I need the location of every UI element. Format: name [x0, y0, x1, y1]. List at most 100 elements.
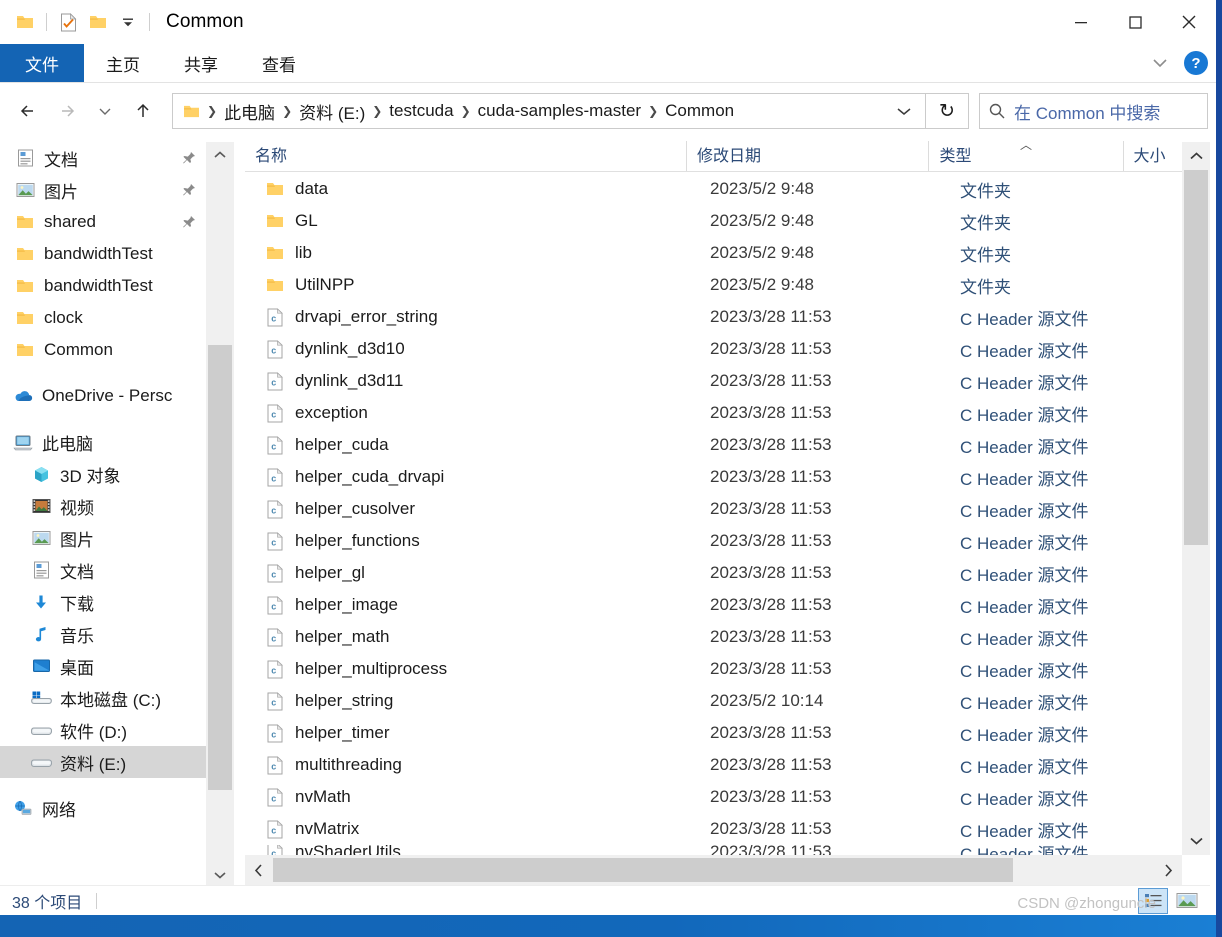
sidebar-item-desktop[interactable]: 桌面: [0, 650, 206, 682]
tab-share[interactable]: 共享: [162, 44, 240, 82]
file-name-cell[interactable]: c helper_math: [245, 626, 700, 648]
tab-home[interactable]: 主页: [84, 44, 162, 82]
horizontal-scrollbar-track[interactable]: [273, 855, 1154, 885]
horizontal-scrollbar-thumb[interactable]: [273, 858, 1013, 882]
file-name-cell[interactable]: c helper_multiprocess: [245, 658, 700, 680]
sidebar-item-videos[interactable]: 视频: [0, 490, 206, 522]
table-row[interactable]: c helper_math 2023/3/28 11:53 C Header 源…: [245, 621, 1182, 653]
navigation-pane[interactable]: 文档 图片 shared bandwidthTest bandwidthTest…: [0, 142, 206, 888]
recent-locations-chevron-down-icon[interactable]: [88, 94, 122, 128]
chevron-down-icon[interactable]: [1144, 52, 1176, 74]
breadcrumb-item-this-pc[interactable]: 此电脑: [220, 99, 279, 124]
scroll-down-icon[interactable]: [1182, 827, 1210, 855]
folder-icon[interactable]: [10, 7, 40, 37]
customize-dropdown-icon[interactable]: [113, 7, 143, 37]
table-row[interactable]: c nvMath 2023/3/28 11:53 C Header 源文件: [245, 781, 1182, 813]
file-name-cell[interactable]: c helper_gl: [245, 562, 700, 584]
pin-icon[interactable]: [182, 151, 196, 165]
breadcrumb-item-testcuda[interactable]: testcuda: [385, 101, 457, 121]
scroll-left-icon[interactable]: [245, 855, 273, 885]
sidebar-scroll-up-icon[interactable]: [206, 142, 234, 168]
table-row[interactable]: c helper_cusolver 2023/3/28 11:53 C Head…: [245, 493, 1182, 525]
table-row[interactable]: c dynlink_d3d10 2023/3/28 11:53 C Header…: [245, 333, 1182, 365]
file-name-cell[interactable]: GL: [245, 210, 700, 232]
breadcrumb-separator-3[interactable]: ❯: [458, 104, 474, 118]
file-name-cell[interactable]: c nvMath: [245, 786, 700, 808]
breadcrumb-folder-icon[interactable]: [183, 104, 200, 119]
table-row[interactable]: c helper_timer 2023/3/28 11:53 C Header …: [245, 717, 1182, 749]
close-icon[interactable]: [1162, 0, 1216, 44]
file-name-cell[interactable]: c nvMatrix: [245, 818, 700, 840]
sidebar-item-common[interactable]: Common: [0, 334, 206, 366]
file-name-cell[interactable]: c helper_cusolver: [245, 498, 700, 520]
sidebar-item-documents[interactable]: 文档: [0, 554, 206, 586]
table-row[interactable]: c helper_image 2023/3/28 11:53 C Header …: [245, 589, 1182, 621]
breadcrumb-chevron-down-icon[interactable]: [891, 104, 917, 118]
arrow-up-icon[interactable]: [126, 94, 160, 128]
tab-file[interactable]: 文件: [0, 44, 84, 82]
table-row[interactable]: c nvShaderUtils 2023/3/28 11:53 C Header…: [245, 845, 1182, 855]
table-row[interactable]: c drvapi_error_string 2023/3/28 11:53 C …: [245, 301, 1182, 333]
sidebar-scrollbar[interactable]: [206, 142, 234, 888]
sidebar-item-clock[interactable]: clock: [0, 302, 206, 334]
sidebar-item-this-pc[interactable]: 此电脑: [0, 426, 206, 458]
table-row[interactable]: c helper_gl 2023/3/28 11:53 C Header 源文件: [245, 557, 1182, 589]
vertical-scrollbar-thumb[interactable]: [1184, 170, 1208, 545]
scroll-right-icon[interactable]: [1154, 855, 1182, 885]
sidebar-item-shared[interactable]: shared: [0, 206, 206, 238]
breadcrumb-separator-1[interactable]: ❯: [279, 104, 295, 118]
arrow-right-icon[interactable]: [50, 94, 84, 128]
refresh-button[interactable]: ↻: [925, 93, 969, 129]
file-name-cell[interactable]: c exception: [245, 402, 700, 424]
table-row[interactable]: data 2023/5/2 9:48 文件夹: [245, 173, 1182, 205]
table-row[interactable]: c multithreading 2023/3/28 11:53 C Heade…: [245, 749, 1182, 781]
file-name-cell[interactable]: c helper_cuda: [245, 434, 700, 456]
file-name-cell[interactable]: UtilNPP: [245, 274, 700, 296]
breadcrumb-bar[interactable]: ❯ 此电脑 ❯ 资料 (E:) ❯ testcuda ❯ cuda-sample…: [172, 93, 926, 129]
sidebar-item-documents-quick[interactable]: 文档: [0, 142, 206, 174]
sidebar-item-bandwidthtest-2[interactable]: bandwidthTest: [0, 270, 206, 302]
scroll-up-icon[interactable]: [1182, 142, 1210, 170]
file-name-cell[interactable]: c helper_image: [245, 594, 700, 616]
table-row[interactable]: c helper_cuda 2023/3/28 11:53 C Header 源…: [245, 429, 1182, 461]
breadcrumb-item-cuda-samples-master[interactable]: cuda-samples-master: [474, 101, 645, 121]
tab-view[interactable]: 查看: [240, 44, 318, 82]
file-name-cell[interactable]: c helper_functions: [245, 530, 700, 552]
table-row[interactable]: c helper_multiprocess 2023/3/28 11:53 C …: [245, 653, 1182, 685]
help-icon[interactable]: ?: [1184, 51, 1208, 75]
sidebar-item-pictures[interactable]: 图片: [0, 522, 206, 554]
sidebar-item-bandwidthtest-1[interactable]: bandwidthTest: [0, 238, 206, 270]
file-name-cell[interactable]: c helper_string: [245, 690, 700, 712]
breadcrumb-item-common[interactable]: Common: [661, 101, 738, 121]
sidebar-item-pictures-quick[interactable]: 图片: [0, 174, 206, 206]
details-view-icon[interactable]: [1138, 887, 1168, 914]
file-name-cell[interactable]: c nvShaderUtils: [245, 845, 700, 855]
sidebar-item-local-disk-c[interactable]: 本地磁盘 (C:): [0, 682, 206, 714]
table-row[interactable]: lib 2023/5/2 9:48 文件夹: [245, 237, 1182, 269]
breadcrumb-separator-4[interactable]: ❯: [645, 104, 661, 118]
sidebar-scrollbar-thumb[interactable]: [208, 345, 232, 790]
maximize-icon[interactable]: [1108, 0, 1162, 44]
file-list-vertical-scrollbar[interactable]: [1182, 142, 1210, 855]
breadcrumb-separator-2[interactable]: ❯: [369, 104, 385, 118]
arrow-left-icon[interactable]: [12, 94, 46, 128]
table-row[interactable]: GL 2023/5/2 9:48 文件夹: [245, 205, 1182, 237]
file-name-cell[interactable]: c helper_timer: [245, 722, 700, 744]
file-list[interactable]: data 2023/5/2 9:48 文件夹 GL 2023/5/2 9:48 …: [245, 173, 1182, 855]
file-name-cell[interactable]: c drvapi_error_string: [245, 306, 700, 328]
column-header-name[interactable]: 名称: [245, 141, 686, 171]
file-name-cell[interactable]: c multithreading: [245, 754, 700, 776]
table-row[interactable]: c helper_cuda_drvapi 2023/3/28 11:53 C H…: [245, 461, 1182, 493]
minimize-icon[interactable]: [1054, 0, 1108, 44]
table-row[interactable]: c nvMatrix 2023/3/28 11:53 C Header 源文件: [245, 813, 1182, 845]
file-name-cell[interactable]: c dynlink_d3d10: [245, 338, 700, 360]
sidebar-item-drive-d[interactable]: 软件 (D:): [0, 714, 206, 746]
breadcrumb-separator-0[interactable]: ❯: [204, 104, 220, 118]
pin-icon[interactable]: [182, 215, 196, 229]
sidebar-item-downloads[interactable]: 下载: [0, 586, 206, 618]
sidebar-item-music[interactable]: 音乐: [0, 618, 206, 650]
column-header-date-modified[interactable]: 修改日期: [685, 141, 928, 171]
new-folder-icon[interactable]: [83, 7, 113, 37]
file-list-horizontal-scrollbar[interactable]: [245, 855, 1182, 885]
sidebar-item-onedrive[interactable]: OneDrive - Persc: [0, 380, 206, 412]
